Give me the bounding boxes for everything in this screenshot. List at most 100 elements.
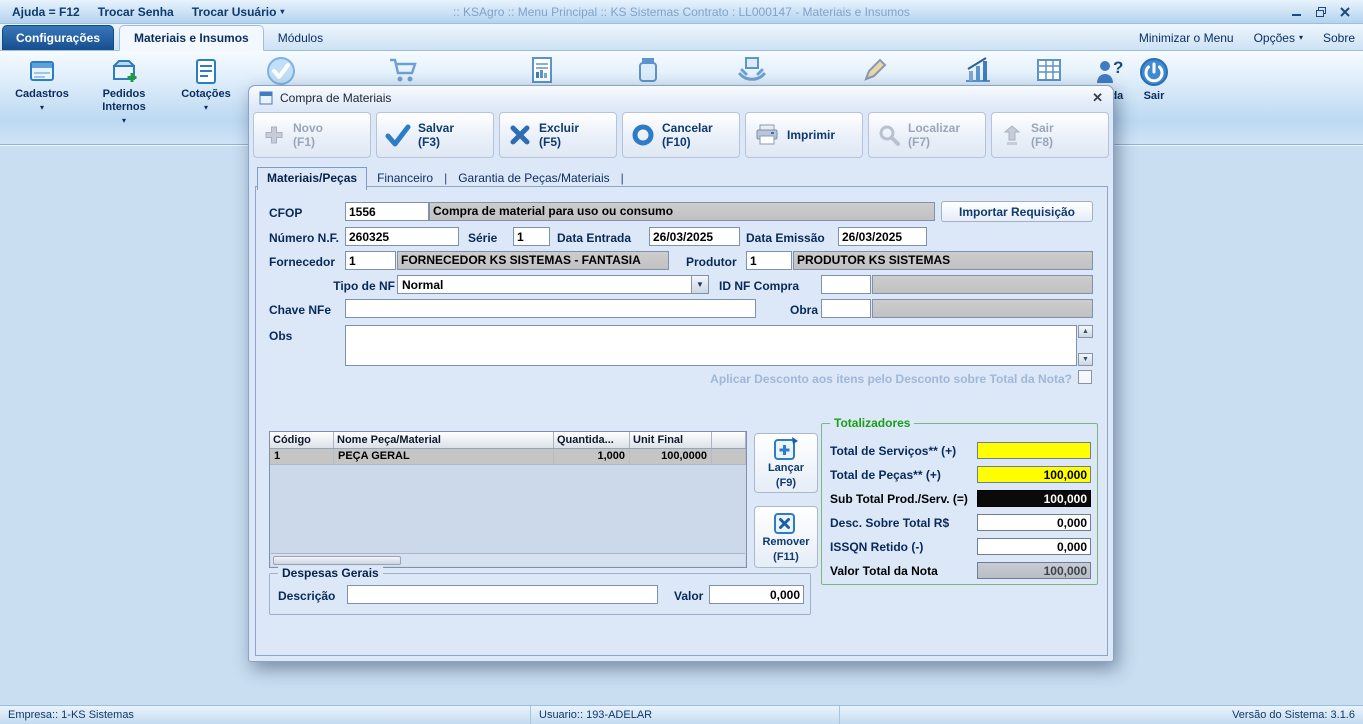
grid-header-codigo[interactable]: Código xyxy=(270,432,334,448)
sobre-link[interactable]: Sobre xyxy=(1323,31,1355,45)
excluir-button[interactable]: Excluir(F5) xyxy=(499,112,617,158)
magnifier-icon xyxy=(877,123,901,147)
localizar-button[interactable]: Localizar(F7) xyxy=(868,112,986,158)
tab-garantia[interactable]: Garantia de Peças/Materiais xyxy=(448,168,619,190)
cotacoes-icon xyxy=(191,56,221,86)
numero-nf-input[interactable] xyxy=(345,227,459,246)
restore-icon[interactable] xyxy=(1315,6,1327,18)
tab-configuracoes[interactable]: Configurações xyxy=(2,25,114,50)
aplicar-desconto-checkbox[interactable] xyxy=(1078,370,1092,384)
cell-codigo: 1 xyxy=(270,449,334,464)
ribbon-item-sair[interactable]: Sair xyxy=(1128,56,1180,103)
lancar-button[interactable]: Lançar (F9) xyxy=(754,433,818,493)
sair-dialog-button[interactable]: Sair(F8) xyxy=(991,112,1109,158)
dropdown-arrow-icon[interactable]: ▼ xyxy=(691,276,708,293)
report-icon[interactable] xyxy=(529,55,557,85)
dialog-titlebar[interactable]: Compra de Materiais ✕ xyxy=(249,86,1113,110)
chave-nfe-input[interactable] xyxy=(345,299,756,318)
total-pecas-row: Total de Peças** (+) 100,000 xyxy=(830,466,1091,484)
obs-label: Obs xyxy=(269,329,292,343)
descricao-label: Descrição xyxy=(278,589,335,603)
close-icon[interactable] xyxy=(1339,6,1351,18)
totalizadores-groupbox: Totalizadores Total de Serviços** (+) To… xyxy=(821,423,1098,585)
tools-icon[interactable] xyxy=(860,55,890,85)
menu-trocar-usuario-label: Trocar Usuário xyxy=(192,5,277,19)
dialog-title: Compra de Materiais xyxy=(280,91,391,105)
minimize-icon[interactable] xyxy=(1291,6,1303,18)
obra-input[interactable] xyxy=(821,299,871,318)
id-nf-compra-label: ID NF Compra xyxy=(719,279,799,293)
ribbon-item-pedidos-internos[interactable]: Pedidos Internos ▾ xyxy=(84,56,164,125)
cell-nome: PEÇA GERAL xyxy=(334,449,554,464)
cfop-input[interactable] xyxy=(345,202,429,221)
opcoes-menu[interactable]: Opções▾ xyxy=(1254,31,1303,45)
grid-header-unit-final[interactable]: Unit Final xyxy=(630,432,712,448)
descricao-input[interactable] xyxy=(347,585,658,604)
salvar-button[interactable]: Salvar(F3) xyxy=(376,112,494,158)
valor-input[interactable] xyxy=(709,585,804,604)
dialog-form-icon xyxy=(259,91,273,105)
receiving-hands-icon[interactable] xyxy=(736,55,768,85)
chart-icon[interactable] xyxy=(962,55,992,85)
printer-icon xyxy=(754,123,780,147)
dialog-close-icon[interactable]: ✕ xyxy=(1092,90,1103,106)
scroll-down-icon[interactable]: ▼ xyxy=(1078,353,1093,366)
ribbon-item-cadastros[interactable]: Cadastros ▾ xyxy=(2,56,82,112)
power-icon xyxy=(1138,56,1170,88)
imprimir-button[interactable]: Imprimir xyxy=(745,112,863,158)
id-nf-compra-desc-field xyxy=(872,275,1093,294)
stop-circle-icon xyxy=(631,123,655,147)
data-entrada-input[interactable] xyxy=(649,227,740,246)
menu-trocar-usuario[interactable]: Trocar Usuário ▾ xyxy=(184,2,293,22)
tipo-nf-select[interactable]: Normal ▼ xyxy=(397,275,709,294)
tab-financeiro[interactable]: Financeiro xyxy=(367,168,443,190)
tab-modulos[interactable]: Módulos xyxy=(264,26,337,50)
ribbon-item-cotacoes[interactable]: Cotações ▾ xyxy=(166,56,246,112)
scroll-up-icon[interactable]: ▲ xyxy=(1078,325,1093,338)
tab-materiais-pecas[interactable]: Materiais/Peças xyxy=(257,167,367,190)
data-emissao-input[interactable] xyxy=(838,227,927,246)
issqn-label: ISSQN Retido (-) xyxy=(830,540,923,554)
grid-hscrollbar[interactable] xyxy=(271,553,745,566)
menu-trocar-senha[interactable]: Trocar Senha xyxy=(90,2,182,22)
itens-grid: Código Nome Peça/Material Quantida... Un… xyxy=(269,431,747,568)
stock-jar-icon[interactable] xyxy=(635,55,661,85)
produtor-code-input[interactable] xyxy=(746,251,792,270)
shopping-cart-icon[interactable] xyxy=(387,55,419,85)
cfop-label: CFOP xyxy=(269,206,302,220)
grid-header-nome[interactable]: Nome Peça/Material xyxy=(334,432,554,448)
main-tab-bar: Configurações Materiais e Insumos Módulo… xyxy=(0,24,1363,51)
obs-textarea[interactable] xyxy=(345,325,1077,366)
total-servicos-row: Total de Serviços** (+) xyxy=(830,442,1091,460)
remover-button[interactable]: Remover (F11) xyxy=(754,506,818,568)
spreadsheet-icon[interactable] xyxy=(1034,55,1064,85)
cell-unit-final: 100,0000 xyxy=(630,449,712,464)
novo-button[interactable]: Novo(F1) xyxy=(253,112,371,158)
cell-quantidade: 1,000 xyxy=(554,449,630,464)
issqn-row: ISSQN Retido (-) 0,000 xyxy=(830,538,1091,556)
serie-input[interactable] xyxy=(513,227,550,246)
minimizar-menu-link[interactable]: Minimizar o Menu xyxy=(1139,31,1234,45)
add-item-icon xyxy=(773,435,799,461)
desconto-total-input[interactable]: 0,000 xyxy=(977,514,1091,531)
exit-arrow-icon xyxy=(1000,123,1024,147)
issqn-input[interactable]: 0,000 xyxy=(977,538,1091,555)
importar-requisicao-button[interactable]: Importar Requisição xyxy=(941,201,1093,222)
grid-hscrollbar-thumb[interactable] xyxy=(273,556,401,565)
fornecedor-code-input[interactable] xyxy=(345,251,396,270)
valor-total-value: 100,000 xyxy=(977,562,1091,579)
subtotal-label: Sub Total Prod./Serv. (=) xyxy=(830,492,968,506)
approval-check-icon[interactable] xyxy=(265,55,297,87)
svg-text:?: ? xyxy=(1113,58,1123,77)
status-usuario: Usuario:: 193-ADELAR xyxy=(531,706,840,724)
caret-down-icon: ▾ xyxy=(1299,34,1303,42)
grid-header-quantidade[interactable]: Quantida... xyxy=(554,432,630,448)
pedidos-internos-icon xyxy=(109,56,139,86)
menu-ajuda-f12[interactable]: Ajuda = F12 xyxy=(4,2,88,22)
titlebar-menu: Ajuda = F12 Trocar Senha Trocar Usuário … xyxy=(0,2,292,22)
aplicar-desconto-label: Aplicar Desconto aos itens pelo Desconto… xyxy=(499,372,1072,386)
cancelar-button[interactable]: Cancelar(F10) xyxy=(622,112,740,158)
grid-row[interactable]: 1 PEÇA GERAL 1,000 100,0000 xyxy=(270,449,746,465)
id-nf-compra-input[interactable] xyxy=(821,275,871,294)
tab-materiais-insumos[interactable]: Materiais e Insumos xyxy=(119,25,264,51)
